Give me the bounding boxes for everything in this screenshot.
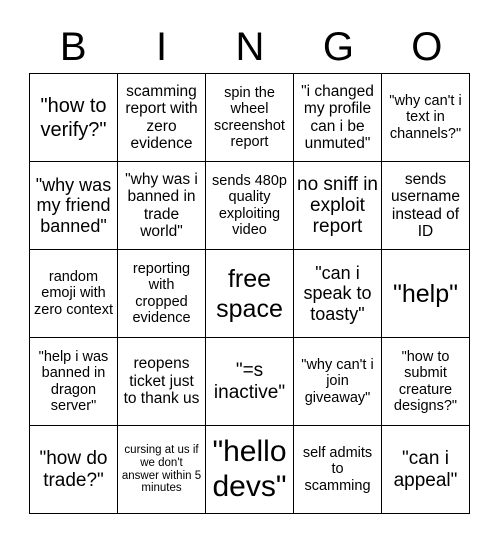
bingo-card-grid: "how to verify?" scamming report with ze…: [29, 73, 470, 514]
bingo-header: B I N G O: [29, 22, 471, 72]
bingo-cell[interactable]: "how to verify?": [30, 74, 117, 161]
header-letter-n: N: [235, 25, 265, 69]
header-letter-g: G: [322, 25, 354, 69]
bingo-cell[interactable]: cursing at us if we don't answer within …: [118, 426, 205, 513]
bingo-cell[interactable]: "=s inactive": [206, 338, 293, 425]
bingo-cell[interactable]: "why was my friend banned": [30, 162, 117, 249]
bingo-cell[interactable]: "why can't i text in channels?": [382, 74, 469, 161]
bingo-cell[interactable]: reopens ticket just to thank us: [118, 338, 205, 425]
header-letter-o: O: [411, 25, 443, 69]
bingo-cell[interactable]: "why was i banned in trade world": [118, 162, 205, 249]
bingo-cell[interactable]: "i changed my profile can i be unmuted": [294, 74, 381, 161]
bingo-cell[interactable]: "can i speak to toasty": [294, 250, 381, 337]
bingo-cell[interactable]: sends 480p quality exploiting video: [206, 162, 293, 249]
bingo-cell[interactable]: spin the wheel screenshot report: [206, 74, 293, 161]
bingo-cell[interactable]: scamming report with zero evidence: [118, 74, 205, 161]
free-space-cell[interactable]: free space: [206, 250, 293, 337]
bingo-cell[interactable]: "why can't i join giveaway": [294, 338, 381, 425]
bingo-cell[interactable]: "help": [382, 250, 469, 337]
bingo-cell[interactable]: "hello devs": [206, 426, 293, 513]
bingo-cell[interactable]: random emoji with zero context: [30, 250, 117, 337]
bingo-cell[interactable]: "how do trade?": [30, 426, 117, 513]
bingo-cell[interactable]: self admits to scamming: [294, 426, 381, 513]
bingo-cell[interactable]: "how to submit creature designs?": [382, 338, 469, 425]
header-letter-i: I: [156, 25, 168, 69]
bingo-cell[interactable]: reporting with cropped evidence: [118, 250, 205, 337]
bingo-cell[interactable]: sends username instead of ID: [382, 162, 469, 249]
bingo-cell[interactable]: no sniff in exploit report: [294, 162, 381, 249]
bingo-cell[interactable]: "can i appeal": [382, 426, 469, 513]
header-letter-b: B: [59, 25, 87, 69]
bingo-cell[interactable]: "help i was banned in dragon server": [30, 338, 117, 425]
